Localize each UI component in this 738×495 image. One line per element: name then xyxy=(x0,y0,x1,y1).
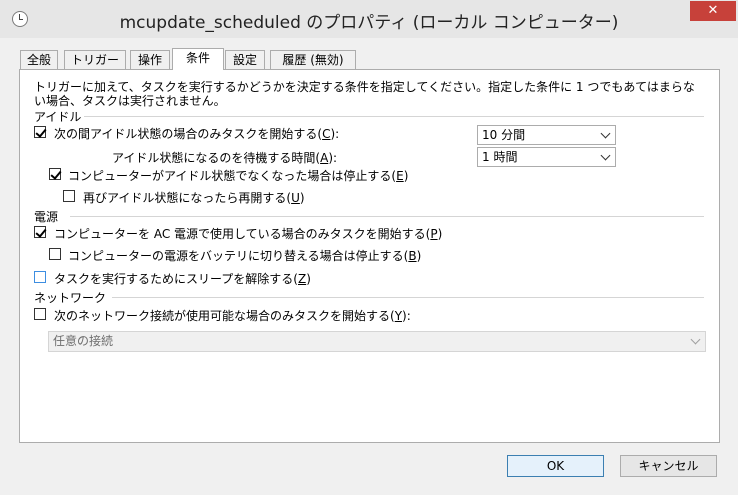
idle-section-divider xyxy=(84,116,704,117)
tab-history[interactable]: 履歴 (無効) xyxy=(270,50,356,69)
start-if-idle-checkbox[interactable] xyxy=(34,126,46,138)
chevron-down-icon xyxy=(690,334,701,345)
idle-duration-select[interactable]: 10 分間 xyxy=(477,125,616,145)
idle-section-label: アイドル xyxy=(34,110,82,124)
ok-button[interactable]: OK xyxy=(507,455,604,477)
network-connection-value: 任意の接続 xyxy=(53,334,114,348)
start-if-network-checkbox[interactable] xyxy=(34,308,46,320)
wake-to-run-label[interactable]: タスクを実行するためにスリープを解除する(Z) xyxy=(54,270,311,287)
title-bar: mcupdate_scheduled のプロパティ (ローカル コンピューター)… xyxy=(0,0,738,38)
chevron-down-icon xyxy=(600,128,611,139)
stop-if-not-idle-label[interactable]: コンピューターがアイドル状態でなくなった場合は停止する(E) xyxy=(68,167,408,184)
restart-if-idle-checkbox[interactable] xyxy=(63,190,75,202)
window-title: mcupdate_scheduled のプロパティ (ローカル コンピューター) xyxy=(119,13,619,33)
restart-if-idle-label[interactable]: 再びアイドル状態になったら再開する(U) xyxy=(83,189,305,206)
start-if-network-label[interactable]: 次のネットワーク接続が使用可能な場合のみタスクを開始する(Y): xyxy=(54,307,411,324)
start-on-ac-checkbox[interactable] xyxy=(34,226,46,238)
start-if-idle-label[interactable]: 次の間アイドル状態の場合のみタスクを開始する(C): xyxy=(54,125,339,142)
tab-triggers[interactable]: トリガー xyxy=(64,50,126,69)
network-connection-select[interactable]: 任意の接続 xyxy=(48,331,706,352)
wait-duration-value: 1 時間 xyxy=(482,150,518,164)
power-section-label: 電源 xyxy=(34,210,59,224)
power-section-divider xyxy=(70,216,704,217)
conditions-description: トリガーに加えて、タスクを実行するかどうかを決定する条件を指定してください。指定… xyxy=(34,80,695,108)
conditions-panel: トリガーに加えて、タスクを実行するかどうかを決定する条件を指定してください。指定… xyxy=(19,69,720,443)
network-section-divider xyxy=(112,297,704,298)
tab-settings[interactable]: 設定 xyxy=(225,50,265,69)
tab-conditions[interactable]: 条件 xyxy=(172,48,224,70)
stop-if-not-idle-checkbox[interactable] xyxy=(49,168,61,180)
stop-on-battery-label[interactable]: コンピューターの電源をバッテリに切り替える場合は停止する(B) xyxy=(68,247,421,264)
cancel-button[interactable]: キャンセル xyxy=(620,455,717,477)
stop-on-battery-checkbox[interactable] xyxy=(49,248,61,260)
start-on-ac-label[interactable]: コンピューターを AC 電源で使用している場合のみタスクを開始する(P) xyxy=(54,225,442,242)
close-button[interactable]: ✕ xyxy=(690,1,736,21)
wake-to-run-checkbox[interactable] xyxy=(34,271,46,283)
wait-duration-select[interactable]: 1 時間 xyxy=(477,147,616,167)
wait-duration-label: アイドル状態になるのを待機する時間(A): xyxy=(112,151,338,165)
chevron-down-icon xyxy=(600,150,611,161)
tab-general[interactable]: 全般 xyxy=(20,50,58,69)
network-section-label: ネットワーク xyxy=(34,291,107,305)
tab-actions[interactable]: 操作 xyxy=(130,50,170,69)
idle-duration-value: 10 分間 xyxy=(482,128,526,142)
